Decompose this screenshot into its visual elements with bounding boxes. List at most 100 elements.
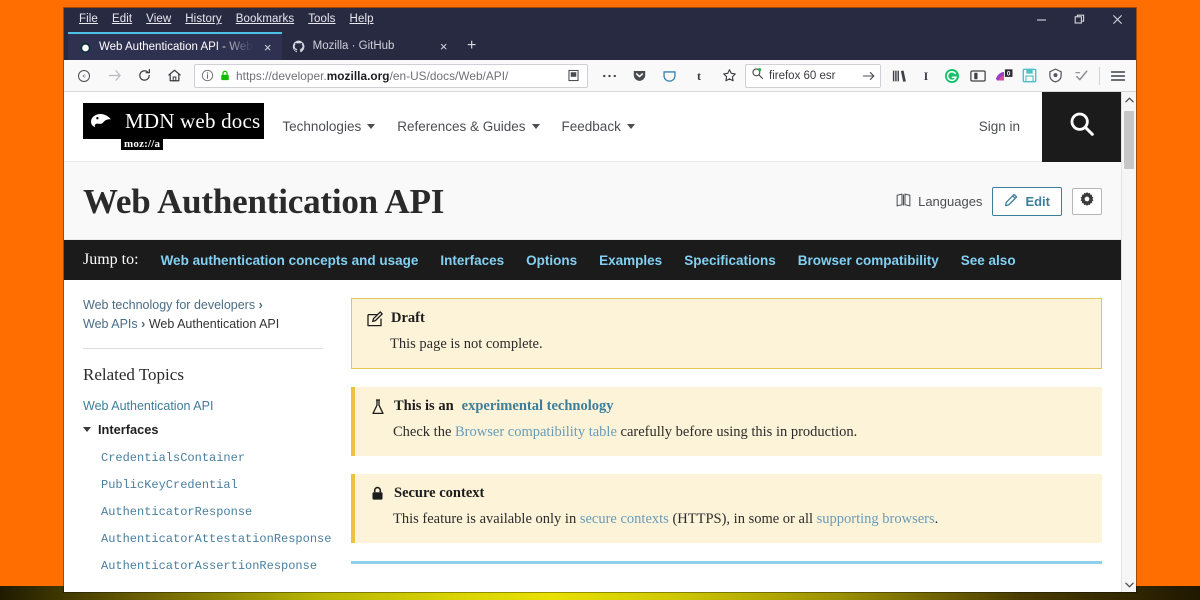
mdn-logo[interactable]: MDN web docs moz://a xyxy=(83,103,265,150)
chevron-down-icon xyxy=(531,124,540,129)
nav-item-technologies-label: Technologies xyxy=(282,119,362,134)
tab-mozilla-github[interactable]: Mozilla · GitHub × xyxy=(282,32,458,60)
menu-item-edit[interactable]: Edit xyxy=(105,11,139,27)
sidebar-item-authenticatorattestationresponse[interactable]: AuthenticatorAttestationResponse xyxy=(101,532,331,546)
browser-compatibility-table-link[interactable]: Browser compatibility table xyxy=(455,424,617,440)
address-bar[interactable]: https://developer.mozilla.org/en-US/docs… xyxy=(194,63,588,88)
search-input[interactable]: firefox 60 esr xyxy=(769,70,857,82)
forward-button[interactable] xyxy=(100,63,128,89)
notice-draft-header: Draft xyxy=(366,310,1087,327)
menu-item-tools[interactable]: Tools xyxy=(301,11,342,27)
secure-lock-icon[interactable] xyxy=(219,69,231,82)
svg-text:t: t xyxy=(697,69,701,83)
page-info-icon[interactable] xyxy=(201,69,214,82)
new-tab-button[interactable]: + xyxy=(458,32,486,60)
breadcrumb-item-web-technology[interactable]: Web technology for developers xyxy=(83,298,255,312)
reader-book-icon[interactable] xyxy=(965,63,990,89)
sidebar-item-authenticatorassertionresponse[interactable]: AuthenticatorAssertionResponse xyxy=(101,559,317,573)
edit-button[interactable]: Edit xyxy=(992,187,1062,216)
supporting-browsers-link[interactable]: supporting browsers xyxy=(817,511,935,527)
text-cursor-icon[interactable]: I xyxy=(913,63,938,89)
scroll-down-button[interactable] xyxy=(1122,577,1136,592)
jump-link-interfaces[interactable]: Interfaces xyxy=(440,253,504,268)
pocket-icon[interactable] xyxy=(625,63,653,89)
notice-draft-body: This page is not complete. xyxy=(390,336,543,352)
sidebar-item-authenticatorresponse[interactable]: AuthenticatorResponse xyxy=(101,505,252,519)
page-scrollbar[interactable] xyxy=(1121,92,1136,592)
notice-experimental-body-post: carefully before using this in productio… xyxy=(616,424,858,441)
notice-experimental-title-link[interactable]: experimental technology xyxy=(462,398,614,415)
scroll-up-button[interactable] xyxy=(1122,92,1136,107)
text-tool-icon[interactable]: t xyxy=(685,63,713,89)
multi-account-containers-icon[interactable]: 0 xyxy=(991,63,1016,89)
page-title-block: Web Authentication API Languages Edit xyxy=(64,162,1121,240)
menu-item-tools-label: Tools xyxy=(308,13,336,25)
reload-button[interactable] xyxy=(130,63,158,89)
notice-experimental-body-pre: Check the xyxy=(393,424,456,441)
minimize-button[interactable] xyxy=(1022,8,1060,30)
menu-item-bookmarks[interactable]: Bookmarks xyxy=(229,11,301,27)
notice-experimental: This is an experimental technology Check… xyxy=(351,387,1102,457)
hamburger-menu-icon[interactable] xyxy=(1105,63,1130,89)
settings-button[interactable] xyxy=(1072,188,1102,215)
close-button[interactable] xyxy=(1098,8,1136,30)
checkmark-tool-icon[interactable] xyxy=(1069,63,1094,89)
sign-in-link[interactable]: Sign in xyxy=(979,119,1042,134)
breadcrumb-item-web-apis[interactable]: Web APIs xyxy=(83,317,138,331)
sidebar-link-web-authentication-api[interactable]: Web Authentication API xyxy=(83,399,323,413)
nav-item-references-guides-label: References & Guides xyxy=(397,119,526,134)
tab-web-authentication-api[interactable]: Web Authentication API - Web × xyxy=(68,32,282,60)
related-topics-heading: Related Topics xyxy=(83,364,184,384)
nav-item-references-guides[interactable]: References & Guides xyxy=(397,119,540,134)
menu-item-history[interactable]: History xyxy=(178,11,228,27)
nav-item-technologies[interactable]: Technologies xyxy=(282,119,376,134)
privacy-badger-icon[interactable] xyxy=(1043,63,1068,89)
star-icon[interactable] xyxy=(715,63,743,89)
scrollbar-track[interactable] xyxy=(1122,107,1136,577)
menu-item-file[interactable]: File xyxy=(72,11,105,27)
nav-item-feedback[interactable]: Feedback xyxy=(562,119,635,134)
svg-text:I: I xyxy=(923,69,928,83)
github-icon xyxy=(292,39,306,53)
menu-item-edit-label: Edit xyxy=(111,13,133,25)
breadcrumb-item-current: Web Authentication API xyxy=(148,317,280,332)
mdn-page: MDN web docs moz://a Technologies Refere… xyxy=(64,92,1121,592)
breadcrumb-separator: › xyxy=(258,298,263,312)
window-controls xyxy=(1022,8,1136,30)
sidebar-item-publickeycredential[interactable]: PublicKeyCredential xyxy=(101,478,238,492)
languages-button[interactable]: Languages xyxy=(896,193,982,210)
library-icon[interactable] xyxy=(887,63,912,89)
tab-close-button[interactable]: × xyxy=(260,39,276,55)
restore-button[interactable] xyxy=(1060,8,1098,30)
mdn-header-right: Sign in xyxy=(979,92,1121,162)
jump-link-options[interactable]: Options xyxy=(526,253,577,268)
main-content: Draft This page is not complete. This is… xyxy=(351,296,1102,592)
search-go-button[interactable] xyxy=(862,70,876,82)
scrollbar-thumb[interactable] xyxy=(1124,111,1134,169)
tab-close-button[interactable]: × xyxy=(436,38,452,54)
grammarly-icon[interactable] xyxy=(939,63,964,89)
reader-view-icon[interactable] xyxy=(562,65,584,87)
sidebar-group-interfaces[interactable]: Interfaces xyxy=(83,422,323,437)
secure-context-body-post: . xyxy=(934,511,939,528)
jump-link-specifications[interactable]: Specifications xyxy=(684,253,776,268)
tab-title: Mozilla · GitHub xyxy=(312,40,395,52)
search-bar[interactable]: firefox 60 esr xyxy=(745,63,881,88)
content-area: Web technology for developers › Web APIs… xyxy=(64,280,1121,592)
jump-link-see-also[interactable]: See also xyxy=(961,253,1016,268)
container-tab-icon[interactable] xyxy=(655,63,683,89)
menu-item-view[interactable]: View xyxy=(139,11,178,27)
jump-link-examples[interactable]: Examples xyxy=(599,253,662,268)
home-button[interactable] xyxy=(160,63,188,89)
jump-link-concepts[interactable]: Web authentication concepts and usage xyxy=(161,253,419,268)
notice-draft-title: Draft xyxy=(391,310,425,326)
ellipsis-icon[interactable] xyxy=(595,63,623,89)
back-button[interactable] xyxy=(70,63,98,89)
sidebar-item-credentialscontainer[interactable]: CredentialsContainer xyxy=(101,451,245,465)
menu-item-help[interactable]: Help xyxy=(343,11,381,27)
jump-link-browser-compatibility[interactable]: Browser compatibility xyxy=(798,253,939,268)
save-page-icon[interactable] xyxy=(1017,63,1042,89)
secure-contexts-link[interactable]: secure contexts xyxy=(580,511,669,527)
notice-experimental-body: Check the Browser compatibility table ca… xyxy=(369,422,1088,443)
mdn-search-button[interactable] xyxy=(1042,92,1121,162)
